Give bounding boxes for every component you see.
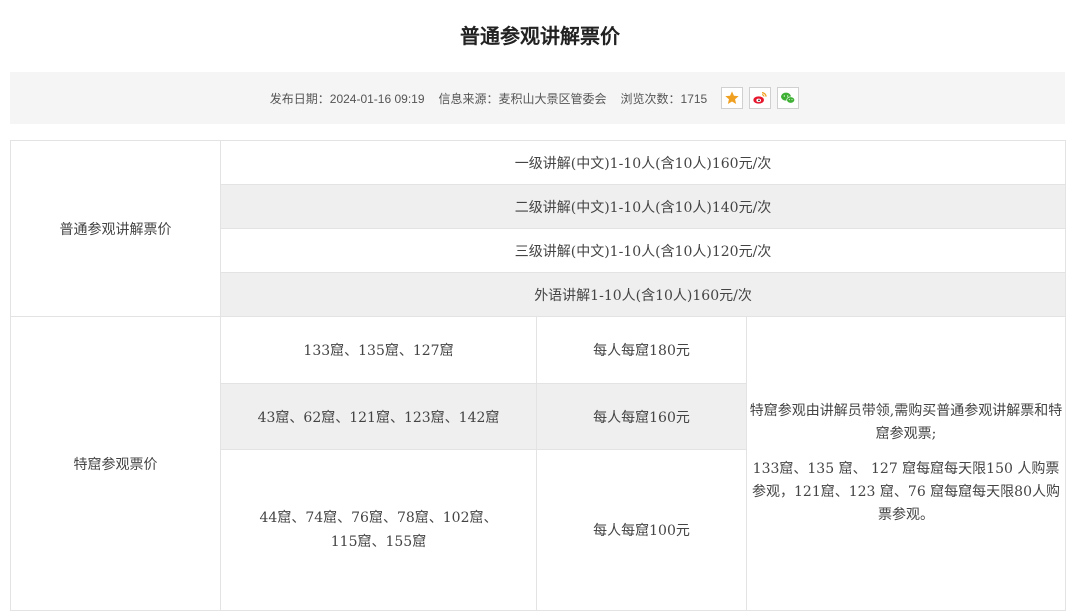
special-cave-list: 133窟、135窟、127窟 [220,316,537,384]
general-price-row: 三级讲解(中文)1-10人(含10人)120元/次 [219,228,1067,273]
ticket-price-table: 普通参观讲解票价 一级讲解(中文)1-10人(含10人)160元/次 二级讲解(… [10,140,1067,611]
notes-paragraph: 133窟、135 窟、 127 窟每窟每天限150 人购票参观，121窟、123… [752,461,1060,523]
general-price-row: 一级讲解(中文)1-10人(含10人)160元/次 [219,140,1067,185]
special-cave-label: 特窟参观票价 [10,316,221,611]
special-cave-list: 44窟、74窟、76窟、78窟、102窟、115窟、155窟 [220,449,537,611]
favorite-star-icon[interactable] [721,87,744,109]
special-cave-list: 43窟、62窟、121窟、123窟、142窟 [220,383,537,450]
view-count: 浏览次数：1715 [620,91,708,106]
info-source: 信息来源：麦积山大景区管委会 [438,91,607,106]
publish-date: 发布日期：2024-01-16 09:19 [269,91,425,106]
wechat-icon[interactable] [777,87,800,109]
page-title: 普通参观讲解票价 [460,26,620,48]
general-tour-label: 普通参观讲解票价 [10,140,221,317]
special-cave-price: 每人每窟160元 [536,383,747,450]
general-price-row: 外语讲解1-10人(含10人)160元/次 [219,272,1067,317]
special-cave-price: 每人每窟100元 [536,449,747,611]
article-meta-bar: 发布日期：2024-01-16 09:19 信息来源：麦积山大景区管委会 浏览次… [10,72,1065,124]
notes-paragraph: 特窟参观由讲解员带领,需购买普通参观讲解票和特窟参观票; [749,403,1063,442]
special-cave-notes: 特窟参观由讲解员带领,需购买普通参观讲解票和特窟参观票; 133窟、135 窟、… [745,316,1067,611]
weibo-icon[interactable] [749,87,772,109]
special-cave-price: 每人每窟180元 [536,316,747,384]
general-price-row: 二级讲解(中文)1-10人(含10人)140元/次 [219,184,1067,229]
